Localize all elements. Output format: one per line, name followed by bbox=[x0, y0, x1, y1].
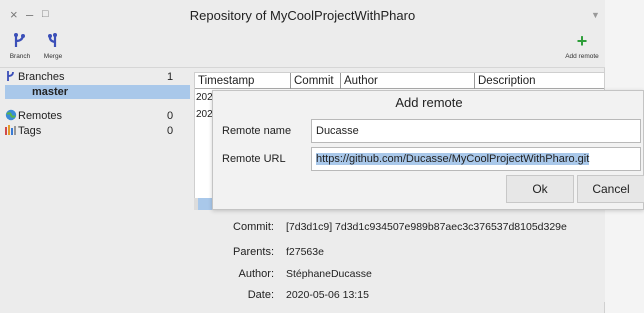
column-header-commit[interactable]: Commit bbox=[291, 73, 341, 89]
cancel-button[interactable]: Cancel bbox=[577, 175, 644, 203]
remote-url-input[interactable]: https://github.com/Ducasse/MyCoolProject… bbox=[311, 147, 641, 171]
sidebar-item-count: 1 bbox=[167, 71, 174, 83]
column-header-timestamp[interactable]: Timestamp bbox=[195, 73, 291, 89]
detail-commit: Commit: [7d3d1c9] 7d3d1c934507e989b87aec… bbox=[194, 219, 605, 235]
sidebar-item-count: 0 bbox=[167, 125, 174, 137]
merge-icon bbox=[48, 33, 57, 47]
plus-icon: + bbox=[576, 31, 588, 51]
tags-icon bbox=[5, 125, 16, 135]
sidebar-item-label: Tags bbox=[18, 125, 42, 137]
detail-value: f27563e bbox=[286, 246, 324, 258]
sidebar-item-label: master bbox=[32, 86, 69, 98]
remote-name-input[interactable]: Ducasse bbox=[311, 119, 641, 143]
merge-button-label: Merge bbox=[43, 53, 63, 60]
table-header: Timestamp Commit Author Description bbox=[195, 73, 604, 89]
sidebar-item-label: Branches bbox=[18, 71, 65, 83]
add-remote-button[interactable]: + Add remote bbox=[561, 32, 603, 60]
detail-label: Parents: bbox=[233, 246, 274, 258]
title-bar: × – □ Repository of MyCoolProjectWithPha… bbox=[0, 0, 605, 30]
remotes-icon bbox=[5, 109, 17, 121]
column-header-description[interactable]: Description bbox=[475, 73, 604, 89]
table-row[interactable]: 202 bbox=[196, 109, 213, 120]
merge-button[interactable]: Merge bbox=[38, 32, 68, 60]
table-row[interactable]: 202 bbox=[196, 92, 213, 103]
column-header-author[interactable]: Author bbox=[341, 73, 475, 89]
branch-icon bbox=[14, 33, 25, 47]
window-menu-icon[interactable]: ▼ bbox=[591, 10, 600, 20]
add-remote-dialog: Add remote Remote name Ducasse Remote UR… bbox=[212, 90, 644, 210]
detail-label: Commit: bbox=[233, 221, 274, 233]
remote-url-label: Remote URL bbox=[222, 153, 286, 165]
branches-icon bbox=[7, 71, 14, 81]
detail-label: Author: bbox=[238, 268, 274, 280]
remote-name-label: Remote name bbox=[222, 125, 292, 137]
detail-value: 2020-05-06 13:15 bbox=[286, 289, 369, 301]
window-title: Repository of MyCoolProjectWithPharo bbox=[189, 8, 416, 23]
branch-button[interactable]: Branch bbox=[6, 32, 34, 60]
sidebar-item-remotes[interactable]: Remotes 0 bbox=[5, 109, 190, 123]
sidebar-item-count: 0 bbox=[167, 110, 174, 122]
toolbar: Branch Merge + Add remote bbox=[0, 30, 605, 68]
detail-parents: Parents: f27563e bbox=[194, 244, 605, 260]
remote-url-value: https://github.com/Ducasse/MyCoolProject… bbox=[316, 153, 590, 165]
sidebar-item-branches[interactable]: Branches 1 bbox=[5, 70, 190, 84]
detail-date: Date: 2020-05-06 13:15 bbox=[194, 287, 605, 303]
detail-value: [7d3d1c9] 7d3d1c934507e989b87aec3c376537… bbox=[286, 221, 567, 233]
sidebar-item-master[interactable]: master bbox=[5, 85, 190, 99]
branch-button-label: Branch bbox=[9, 53, 31, 60]
ok-button[interactable]: Ok bbox=[506, 175, 574, 203]
sidebar-item-label: Remotes bbox=[18, 110, 63, 122]
detail-label: Date: bbox=[247, 289, 274, 301]
detail-author: Author: StéphaneDucasse bbox=[194, 266, 605, 282]
sidebar: Branches 1 master Remotes 0 Tags 0 bbox=[5, 70, 190, 302]
detail-value: StéphaneDucasse bbox=[286, 268, 372, 280]
sidebar-item-tags[interactable]: Tags 0 bbox=[5, 124, 190, 138]
dialog-title: Add remote bbox=[395, 95, 463, 110]
add-remote-button-label: Add remote bbox=[565, 53, 599, 60]
commit-details: Commit: [7d3d1c9] 7d3d1c934507e989b87aec… bbox=[194, 210, 605, 302]
